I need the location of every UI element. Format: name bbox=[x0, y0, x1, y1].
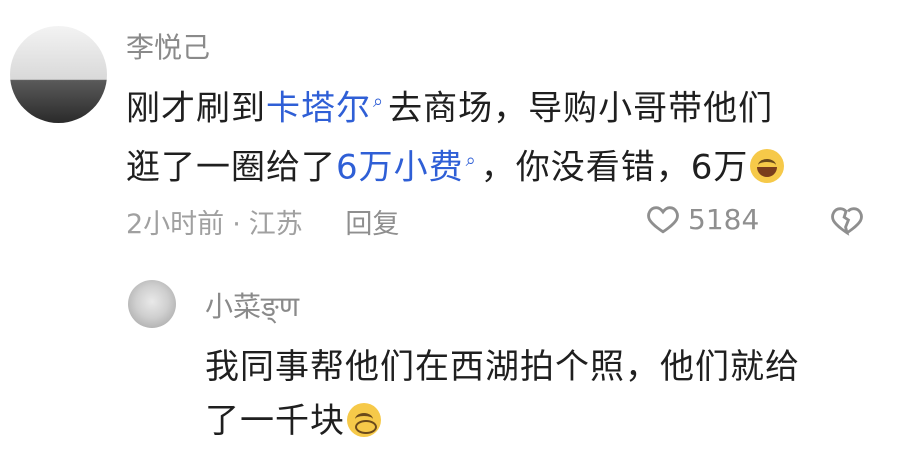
reply-line-2: 了一千块 bbox=[205, 394, 381, 448]
comment-username[interactable]: 李悦己 bbox=[126, 34, 210, 62]
reply-button[interactable]: 回复 bbox=[345, 209, 399, 240]
comment-text-segment: 刚才刷到 bbox=[126, 88, 266, 129]
like-count: 5184 bbox=[688, 202, 760, 236]
pleading-emoji bbox=[347, 403, 381, 437]
broken-heart-icon[interactable] bbox=[830, 203, 864, 237]
search-link-tip[interactable]: 6万小费 bbox=[336, 147, 464, 187]
avatar[interactable] bbox=[128, 280, 176, 328]
heart-icon bbox=[647, 206, 679, 234]
laugh-cry-emoji bbox=[750, 149, 785, 184]
search-link-qatar[interactable]: 卡塔尔 bbox=[266, 88, 371, 128]
comment-time: 2小时前 bbox=[126, 209, 225, 240]
reply-line-1: 我同事帮他们在西湖拍个照，他们就给 bbox=[205, 347, 800, 387]
reply-text-segment: 了一千块 bbox=[205, 401, 345, 441]
comment-line-2: 逛了一圈给了6万小费 ⌕ ，你没看错，6万 bbox=[126, 134, 785, 194]
avatar[interactable] bbox=[10, 26, 107, 123]
comment-location: 江苏 bbox=[248, 209, 303, 240]
like-button[interactable]: 5184 bbox=[646, 202, 759, 236]
comment-meta: 2小时前 · 江苏 回复 bbox=[126, 202, 399, 241]
search-icon[interactable]: ⌕ bbox=[466, 150, 477, 171]
comment-text-segment: 去商场，导购小哥带他们 bbox=[388, 88, 774, 129]
comment-text-segment: ，你没看错，6万 bbox=[480, 147, 749, 188]
comment-line-1: 刚才刷到卡塔尔 ⌕ 去商场，导购小哥带他们 bbox=[126, 75, 773, 135]
meta-separator: · bbox=[232, 209, 241, 240]
search-icon[interactable]: ⌕ bbox=[373, 91, 384, 112]
reply-username[interactable]: 小菜ङ्ण bbox=[205, 293, 299, 321]
comment-text-segment: 逛了一圈给了 bbox=[126, 147, 336, 188]
